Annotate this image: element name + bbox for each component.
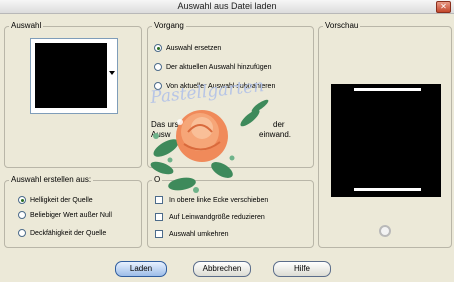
preview-bar-top: [354, 88, 421, 91]
vorgang-legend: Vorgang: [152, 21, 186, 30]
check-leinwandgroesse[interactable]: Auf Leinwandgröße reduzieren: [155, 213, 265, 221]
radio-hinzufuegen[interactable]: Der aktuellen Auswahl hinzufügen: [154, 63, 271, 71]
preview-image: [331, 84, 441, 197]
checkbox-label: Auswahl umkehren: [169, 230, 229, 238]
erstellen-panel: Auswahl erstellen aus: Helligkeit der Qu…: [4, 175, 142, 248]
radio-label: Helligkeit der Quelle: [30, 196, 93, 204]
radio-label: Auswahl ersetzen: [166, 44, 222, 52]
selection-thumbnail: [35, 43, 107, 108]
radio-deckfaehigkeit[interactable]: Deckfähigkeit der Quelle: [18, 229, 106, 237]
radio-dot[interactable]: [154, 44, 162, 52]
vorschau-legend: Vorschau: [323, 21, 361, 30]
title-bar: Auswahl aus Datei laden ✕: [0, 0, 454, 14]
selection-thumbnail-frame[interactable]: [30, 38, 118, 114]
preview-bar-bottom: [354, 188, 421, 191]
auswahl-legend: Auswahl: [9, 21, 44, 30]
radio-helligkeit[interactable]: Helligkeit der Quelle: [18, 196, 93, 204]
checkbox[interactable]: [155, 230, 163, 238]
radio-label: Deckfähigkeit der Quelle: [30, 229, 107, 237]
load-button[interactable]: Laden: [115, 261, 167, 277]
radio-wert[interactable]: Beliebiger Wert außer Null: [18, 211, 112, 219]
cancel-button[interactable]: Abbrechen: [193, 261, 251, 277]
radio-dot[interactable]: [18, 211, 26, 219]
rose-image: [150, 99, 269, 193]
refresh-icon[interactable]: [379, 225, 391, 237]
radio-label: Beliebiger Wert außer Null: [30, 211, 112, 219]
window-title: Auswahl aus Datei laden: [177, 1, 277, 11]
check-umkehren[interactable]: Auswahl umkehren: [155, 230, 229, 238]
checkbox-label: Auf Leinwandgröße reduzieren: [169, 213, 265, 221]
rose-overlay: Pastellgarten: [140, 76, 300, 198]
radio-dot[interactable]: [154, 63, 162, 71]
radio-dot[interactable]: [18, 229, 26, 237]
vorschau-panel: Vorschau: [318, 21, 452, 248]
auswahl-panel: Auswahl: [4, 21, 142, 168]
checkbox[interactable]: [155, 213, 163, 221]
scroll-arrow-icon[interactable]: [109, 71, 115, 75]
radio-label: Der aktuellen Auswahl hinzufügen: [166, 63, 272, 71]
radio-dot[interactable]: [18, 196, 26, 204]
radio-ersetzen[interactable]: Auswahl ersetzen: [154, 44, 221, 52]
help-button[interactable]: Hilfe: [273, 261, 331, 277]
close-button[interactable]: ✕: [436, 1, 451, 13]
erstellen-legend: Auswahl erstellen aus:: [9, 175, 94, 184]
